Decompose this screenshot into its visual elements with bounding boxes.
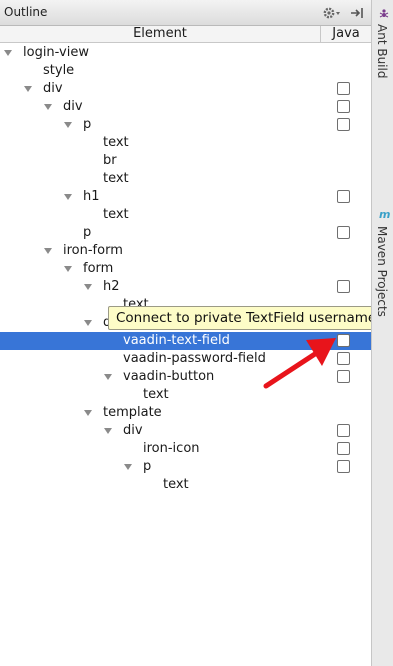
tree-row[interactable]: template: [0, 404, 371, 422]
tooltip: Connect to private TextField username: [108, 306, 386, 330]
tree-row[interactable]: text: [0, 476, 371, 494]
sidebar-tab-label: Maven Projects: [375, 226, 389, 317]
tree-node-label: text: [103, 207, 129, 222]
tree-node-label: form: [83, 261, 114, 276]
tree-row[interactable]: br: [0, 152, 371, 170]
tree-node-label: div: [123, 423, 143, 438]
tree-node-label: p: [83, 225, 92, 240]
expand-toggle-icon[interactable]: [84, 410, 92, 416]
outline-panel: Outline Element Java login-view style div d…: [0, 0, 386, 666]
expand-toggle-icon[interactable]: [84, 320, 92, 326]
tree-node-label: vaadin-button: [123, 369, 215, 384]
tree-row[interactable]: text: [0, 206, 371, 224]
tree-node-label: style: [43, 63, 75, 78]
tree-node-label: p: [143, 459, 152, 474]
expand-toggle-icon[interactable]: [24, 86, 32, 92]
tree-row[interactable]: vaadin-button: [0, 368, 371, 386]
panel-title: Outline: [4, 5, 48, 19]
tree-node-label: vaadin-password-field: [123, 351, 266, 366]
element-column-header[interactable]: Element: [0, 26, 320, 43]
tree-row[interactable]: iron-form: [0, 242, 371, 260]
java-binding-checkbox[interactable]: [337, 424, 350, 437]
expand-toggle-icon[interactable]: [4, 50, 12, 56]
tree-row[interactable]: div: [0, 422, 371, 440]
tree-row[interactable]: vaadin-text-field: [0, 332, 371, 350]
expand-toggle-icon[interactable]: [64, 266, 72, 272]
tree-row[interactable]: div: [0, 80, 371, 98]
ant-icon: [379, 9, 389, 18]
tree-node-label: text: [163, 477, 189, 492]
tree-node-label: iron-icon: [143, 441, 200, 456]
tree-node-label: h1: [83, 189, 100, 204]
tree-row[interactable]: form: [0, 260, 371, 278]
tree-row[interactable]: text: [0, 386, 371, 404]
java-binding-checkbox[interactable]: [337, 352, 350, 365]
java-binding-checkbox[interactable]: [337, 82, 350, 95]
expand-toggle-icon[interactable]: [104, 374, 112, 380]
java-binding-checkbox[interactable]: [337, 334, 350, 347]
java-binding-checkbox[interactable]: [337, 280, 350, 293]
expand-toggle-icon[interactable]: [44, 248, 52, 254]
java-binding-checkbox[interactable]: [337, 118, 350, 131]
tree-node-label: br: [103, 153, 117, 168]
tree-row[interactable]: text: [0, 134, 371, 152]
hide-panel-icon[interactable]: [349, 5, 365, 21]
tree-node-label: p: [83, 117, 92, 132]
java-binding-checkbox[interactable]: [337, 226, 350, 239]
java-binding-checkbox[interactable]: [337, 190, 350, 203]
sidebar-tab-maven-projects[interactable]: m Maven Projects: [374, 100, 392, 317]
tree-row[interactable]: h2: [0, 278, 371, 296]
java-binding-checkbox[interactable]: [337, 460, 350, 473]
outline-titlebar: Outline: [0, 0, 371, 26]
tree-node-label: iron-form: [63, 243, 123, 258]
tree-node-label: h2: [103, 279, 120, 294]
tree-node-label: text: [143, 387, 169, 402]
tree-node-label: template: [103, 405, 162, 420]
maven-icon: m: [379, 208, 391, 221]
expand-toggle-icon[interactable]: [124, 464, 132, 470]
expand-toggle-icon[interactable]: [64, 122, 72, 128]
column-header: Element Java: [0, 26, 371, 43]
right-tool-sidebar: Ant Build m Maven Projects: [371, 0, 393, 666]
tree-node-label: div: [43, 81, 63, 96]
java-binding-checkbox[interactable]: [337, 442, 350, 455]
java-binding-checkbox[interactable]: [337, 370, 350, 383]
expand-toggle-icon[interactable]: [84, 284, 92, 290]
sidebar-tab-ant-build[interactable]: Ant Build: [374, 0, 392, 95]
tree-row[interactable]: iron-icon: [0, 440, 371, 458]
tree-row[interactable]: h1: [0, 188, 371, 206]
sidebar-tab-label: Ant Build: [375, 24, 389, 79]
tree-node-label: text: [103, 171, 129, 186]
tree-row[interactable]: login-view: [0, 44, 371, 62]
tree-row[interactable]: div: [0, 98, 371, 116]
tree-row[interactable]: vaadin-password-field: [0, 350, 371, 368]
tree-node-label: text: [103, 135, 129, 150]
expand-toggle-icon[interactable]: [104, 428, 112, 434]
expand-toggle-icon[interactable]: [64, 194, 72, 200]
expand-toggle-icon[interactable]: [44, 104, 52, 110]
tree-row[interactable]: style: [0, 62, 371, 80]
tree-row[interactable]: p: [0, 458, 371, 476]
gear-icon[interactable]: [322, 5, 342, 21]
tree-row[interactable]: p: [0, 224, 371, 242]
java-column-header[interactable]: Java: [320, 26, 371, 43]
java-binding-checkbox[interactable]: [337, 100, 350, 113]
tree-node-label: vaadin-text-field: [123, 333, 230, 348]
tree-row[interactable]: p: [0, 116, 371, 134]
tree-row[interactable]: text: [0, 170, 371, 188]
tree-node-label: login-view: [23, 45, 89, 60]
tree-node-label: div: [63, 99, 83, 114]
